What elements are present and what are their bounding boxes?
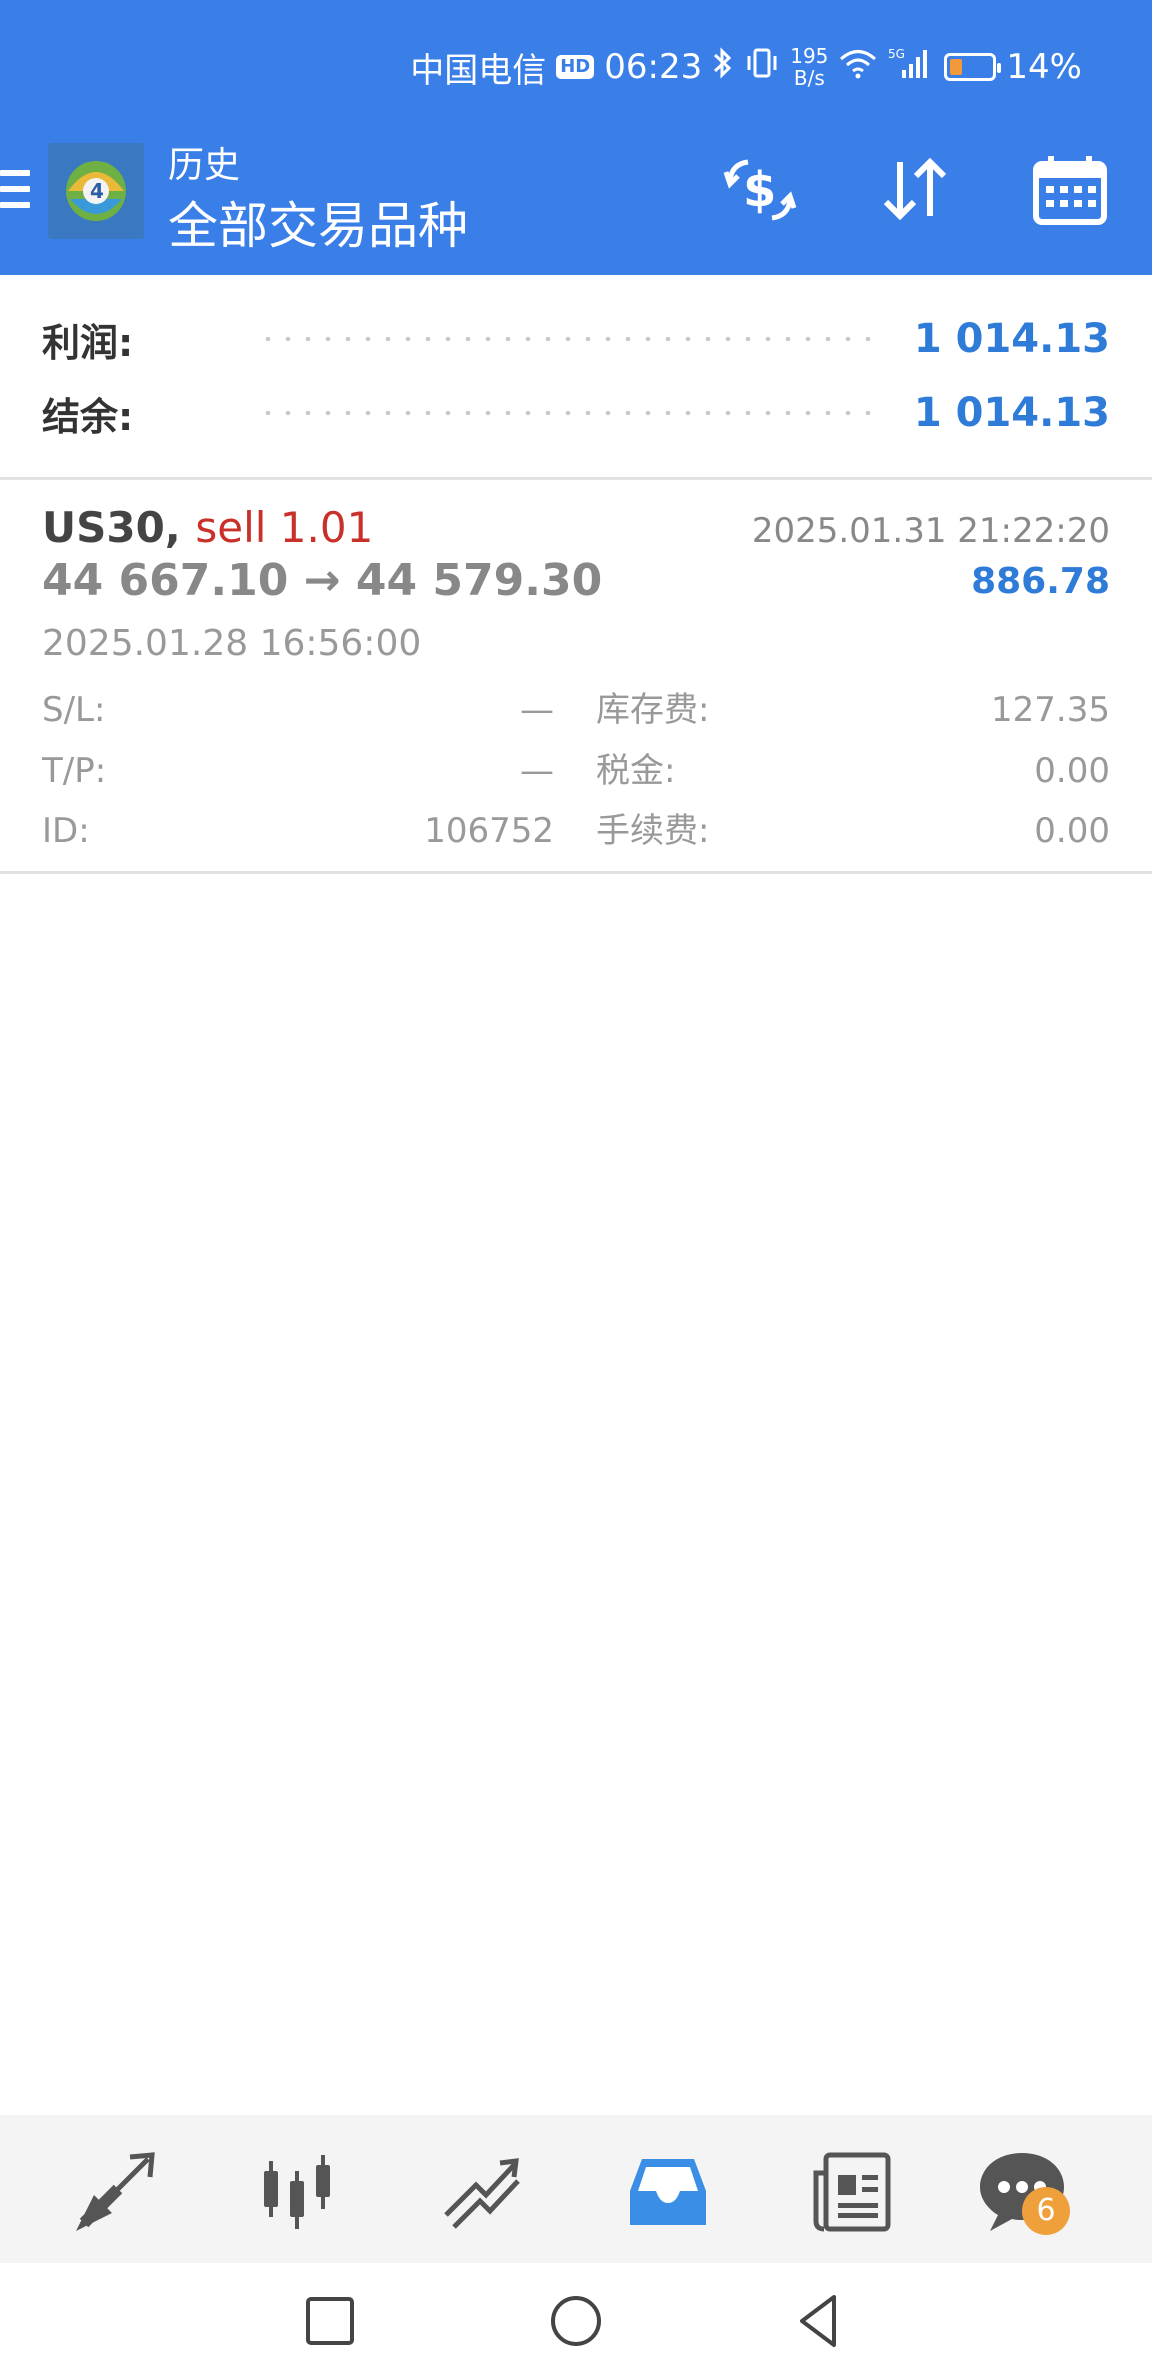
nav-quotes[interactable] bbox=[252, 2145, 344, 2237]
summary-panel: 利润: 1 014.13 结余: 1 014.13 bbox=[0, 275, 1152, 478]
symbol-label: US30, bbox=[42, 503, 181, 552]
swap-label: 库存费: bbox=[596, 690, 710, 730]
candlestick-icon bbox=[264, 2155, 330, 2229]
app-bar: 中国电信 HD 06:23 195 B/s 5G 14% 4 历史 全部交易品种… bbox=[0, 0, 1152, 275]
triangle-back-icon bbox=[800, 2295, 836, 2347]
arrow-icon: → bbox=[303, 555, 341, 606]
trade-list-item[interactable]: US30, sell 1.01 44 667.10 → 44 579.30 20… bbox=[0, 481, 1152, 871]
bluetooth-icon bbox=[712, 46, 734, 89]
history-inbox-icon bbox=[630, 2159, 706, 2225]
recents-button[interactable] bbox=[300, 2291, 360, 2351]
system-nav-bar bbox=[0, 2263, 1152, 2376]
sort-button[interactable] bbox=[876, 150, 956, 230]
balance-value: 1 014.13 bbox=[913, 390, 1110, 436]
battery-icon bbox=[944, 53, 1002, 81]
nav-chat[interactable]: 6 bbox=[976, 2145, 1070, 2237]
trade-arrows-icon bbox=[76, 2152, 155, 2231]
nav-news[interactable] bbox=[806, 2145, 898, 2237]
tax-value: 0.00 bbox=[1034, 751, 1110, 791]
close-price: 44 579.30 bbox=[355, 555, 603, 606]
signal-icon: 5G bbox=[888, 46, 928, 89]
svg-text:5G: 5G bbox=[888, 47, 905, 61]
tp-value: — bbox=[520, 751, 554, 791]
nav-chart[interactable] bbox=[436, 2145, 528, 2237]
profit-value: 1 014.13 bbox=[913, 316, 1110, 362]
divider bbox=[0, 477, 1152, 480]
open-time: 2025.01.28 16:56:00 bbox=[42, 623, 422, 664]
sl-label: S/L: bbox=[42, 690, 106, 730]
page-title[interactable]: 全部交易品种 bbox=[168, 186, 468, 258]
home-button[interactable] bbox=[546, 2291, 606, 2351]
calendar-icon bbox=[1033, 156, 1107, 225]
dollar-exchange-button[interactable]: $ bbox=[720, 150, 800, 230]
nav-history[interactable] bbox=[622, 2145, 714, 2237]
close-time: 2025.01.31 21:22:20 bbox=[751, 511, 1110, 551]
svg-text:4: 4 bbox=[90, 179, 104, 203]
swap-value: 127.35 bbox=[991, 690, 1110, 730]
trade-symbol: US30, sell 1.01 bbox=[42, 503, 373, 552]
chat-badge: 6 bbox=[1022, 2187, 1070, 2235]
balance-label: 结余: bbox=[42, 394, 134, 439]
dotted-leader bbox=[258, 411, 878, 415]
trade-profit: 886.78 bbox=[971, 561, 1110, 602]
nav-trade[interactable] bbox=[70, 2145, 162, 2237]
square-icon bbox=[306, 2297, 354, 2345]
news-icon bbox=[813, 2152, 891, 2232]
clock: 06:23 bbox=[604, 47, 703, 87]
dollar-exchange-icon: $ bbox=[723, 159, 797, 221]
divider bbox=[0, 871, 1152, 874]
wifi-icon bbox=[838, 46, 878, 89]
sl-value: — bbox=[520, 690, 554, 730]
vibrate-icon bbox=[744, 46, 780, 89]
chart-line-icon bbox=[444, 2158, 520, 2229]
back-button[interactable] bbox=[790, 2291, 850, 2351]
battery-level bbox=[950, 59, 963, 75]
commission-label: 手续费: bbox=[596, 811, 710, 851]
dotted-leader bbox=[258, 337, 878, 341]
circle-icon bbox=[551, 2296, 601, 2346]
status-right: 中国电信 HD 06:23 195 B/s 5G 14% bbox=[410, 42, 1082, 92]
trade-prices: 44 667.10 → 44 579.30 bbox=[42, 555, 602, 606]
carrier-label: 中国电信 bbox=[410, 50, 547, 91]
bottom-nav: 6 bbox=[0, 2115, 1152, 2263]
id-value: 106752 bbox=[424, 811, 554, 851]
open-price: 44 667.10 bbox=[42, 555, 289, 606]
net-speed: 195 B/s bbox=[790, 44, 829, 90]
svg-text:$: $ bbox=[743, 162, 776, 218]
commission-value: 0.00 bbox=[1034, 811, 1110, 851]
profit-label: 利润: bbox=[42, 320, 134, 365]
battery-percent: 14% bbox=[1006, 47, 1082, 87]
balance-row: 结余: 1 014.13 bbox=[42, 383, 1110, 443]
app-logo: 4 bbox=[48, 143, 144, 239]
trade-side: sell 1.01 bbox=[195, 503, 374, 552]
page-subtitle: 历史 bbox=[168, 145, 241, 186]
tp-label: T/P: bbox=[42, 751, 107, 791]
tax-label: 税金: bbox=[596, 751, 676, 791]
profit-row: 利润: 1 014.13 bbox=[42, 309, 1110, 369]
sort-icon bbox=[883, 157, 947, 221]
hd-badge: HD bbox=[556, 55, 595, 79]
calendar-button[interactable] bbox=[1030, 150, 1110, 230]
status-bar: 中国电信 HD 06:23 195 B/s 5G 14% bbox=[0, 0, 1152, 130]
id-label: ID: bbox=[42, 811, 90, 851]
hamburger-menu-icon[interactable] bbox=[0, 170, 30, 216]
